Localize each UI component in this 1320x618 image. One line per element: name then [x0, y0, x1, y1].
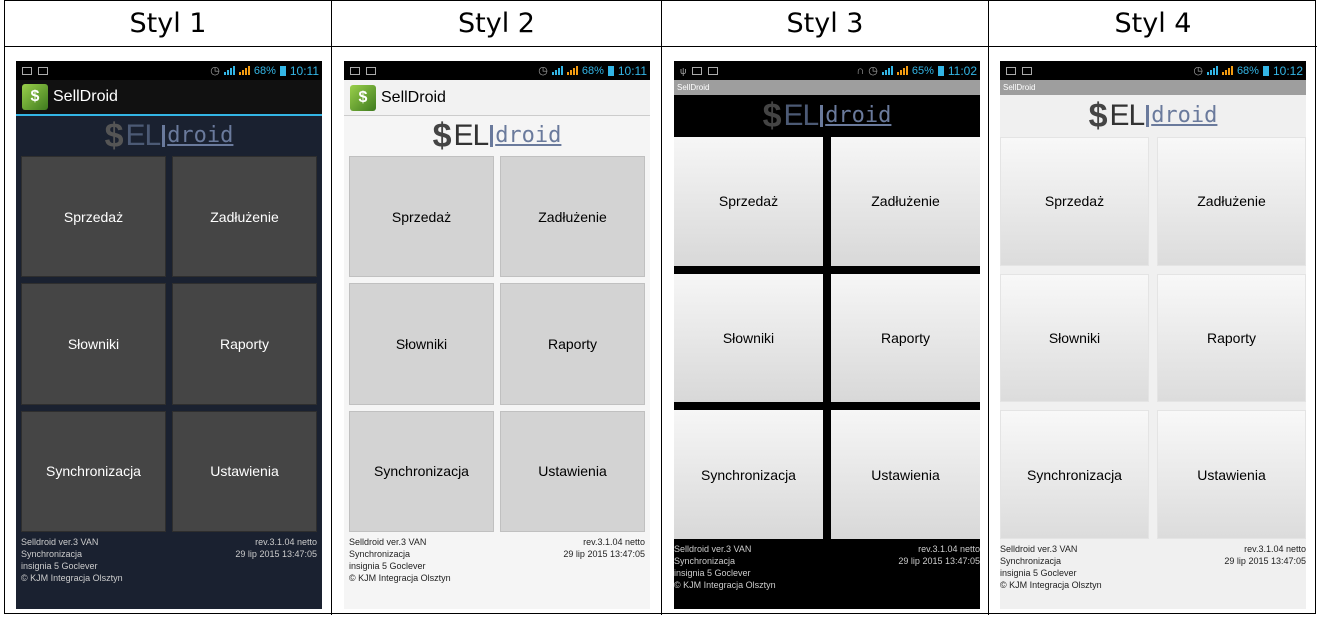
tile-reports[interactable]: Raporty: [172, 283, 317, 405]
footer-info: Selldroid ver.3 VAN rev.3.1.04 netto Sync…: [674, 544, 980, 590]
app-logo-icon: $: [22, 84, 48, 110]
menu-tiles: Sprzedaż Zadłużenie Słowniki Raporty Syn…: [1000, 137, 1306, 539]
tile-sales[interactable]: Sprzedaż: [1000, 137, 1149, 266]
message-icon: [350, 66, 360, 75]
signal-icon: [1206, 66, 1218, 75]
selldroid-logo: $ EL droid: [762, 97, 892, 135]
title-bar: SellDroid: [1000, 80, 1306, 95]
tile-reports[interactable]: Raporty: [1157, 273, 1306, 403]
tile-sales[interactable]: Sprzedaż: [674, 137, 823, 266]
status-bar: ◷ 68% 10:11: [16, 61, 322, 80]
status-bar: ψ ∩ ◷ 65% 11:02: [674, 61, 980, 80]
tile-dictionaries[interactable]: Słowniki: [674, 273, 823, 403]
action-bar: $ SellDroid: [344, 80, 650, 116]
alarm-icon: ◷: [538, 65, 548, 77]
message-icon: [708, 66, 719, 75]
dollar-logo-icon: $: [432, 117, 452, 155]
image-icon: [366, 66, 376, 75]
dollar-logo-icon: $: [104, 117, 124, 155]
battery-level: 65%: [911, 64, 934, 77]
signal-2-icon: [238, 66, 250, 75]
battery-level: 68%: [581, 64, 604, 77]
style-1-cell: ◷ 68% 10:11 $ SellDroid $ EL droid Sprze…: [5, 47, 332, 615]
tile-sales[interactable]: Sprzedaż: [349, 156, 494, 278]
tile-sync[interactable]: Synchronizacja: [674, 410, 823, 539]
signal-icon: [551, 66, 563, 75]
signal-2-icon: [566, 66, 578, 75]
tile-sync[interactable]: Synchronizacja: [349, 410, 494, 532]
battery-icon: [607, 65, 614, 76]
style-1-header: Styl 1: [5, 1, 332, 47]
battery-icon: [1262, 65, 1269, 76]
style-3-cell: ψ ∩ ◷ 65% 11:02 SellDroid $ EL droid Spr…: [662, 47, 989, 615]
tile-sync[interactable]: Synchronizacja: [21, 410, 166, 532]
clock: 10:12: [1272, 63, 1303, 78]
app-title: SellDroid: [381, 88, 446, 106]
tile-debt[interactable]: Zadłużenie: [1157, 137, 1306, 266]
message-icon: [1006, 66, 1016, 75]
tile-dictionaries[interactable]: Słowniki: [1000, 273, 1149, 403]
signal-2-icon: [896, 66, 908, 75]
comparison-table: Styl 1 Styl 2 Styl 3 Styl 4 ◷ 68% 10:11 …: [4, 0, 1317, 615]
image-icon: [38, 66, 48, 75]
menu-tiles: Sprzedaż Zadłużenie Słowniki Raporty Syn…: [349, 156, 645, 532]
alarm-icon: ◷: [210, 65, 220, 77]
clock: 10:11: [617, 63, 647, 78]
tile-sales[interactable]: Sprzedaż: [21, 156, 166, 278]
selldroid-logo: $ EL droid: [432, 117, 562, 155]
tile-settings[interactable]: Ustawienia: [1157, 410, 1306, 539]
battery-icon: [937, 65, 944, 76]
tile-sync[interactable]: Synchronizacja: [1000, 410, 1149, 539]
footer-info: Selldroid ver.3 VAN rev.3.1.04 netto Sync…: [349, 537, 645, 583]
tile-settings[interactable]: Ustawienia: [172, 410, 317, 532]
clock: 11:02: [947, 63, 977, 78]
signal-icon: [223, 66, 235, 75]
headset-icon: ∩: [856, 64, 865, 77]
tile-settings[interactable]: Ustawienia: [500, 410, 645, 532]
signal-2-icon: [1221, 66, 1233, 75]
tile-reports[interactable]: Raporty: [831, 273, 980, 403]
app-logo-icon: $: [350, 84, 376, 111]
style-2-cell: ◷ 68% 10:11 $ SellDroid $ EL droid Sprze…: [332, 47, 662, 615]
title-bar: SellDroid: [674, 80, 980, 95]
status-bar: ◷ 68% 10:12: [1000, 61, 1306, 80]
phone-screen: ψ ∩ ◷ 65% 11:02 SellDroid $ EL droid Spr…: [674, 61, 980, 609]
clock: 10:11: [289, 63, 319, 78]
battery-level: 68%: [253, 64, 276, 77]
selldroid-logo: $ EL droid: [104, 117, 234, 155]
footer-info: Selldroid ver.3 VAN rev.3.1.04 netto Sync…: [1000, 544, 1306, 590]
app-title: SellDroid: [53, 88, 118, 105]
tile-reports[interactable]: Raporty: [500, 283, 645, 405]
signal-icon: [881, 66, 893, 75]
menu-tiles: Sprzedaż Zadłużenie Słowniki Raporty Syn…: [674, 137, 980, 539]
selldroid-logo: $ EL droid: [1088, 97, 1218, 135]
action-bar: $ SellDroid: [16, 80, 322, 116]
tile-debt[interactable]: Zadłużenie: [831, 137, 980, 266]
style-4-header: Styl 4: [989, 1, 1317, 47]
battery-level: 68%: [1236, 64, 1259, 77]
phone-screen: ◷ 68% 10:11 $ SellDroid $ EL droid Sprze…: [344, 61, 650, 609]
tile-settings[interactable]: Ustawienia: [831, 410, 980, 539]
footer-info: Selldroid ver.3 VAN rev.3.1.04 netto Sync…: [21, 537, 317, 583]
phone-screen: ◷ 68% 10:11 $ SellDroid $ EL droid Sprze…: [16, 61, 322, 609]
dollar-logo-icon: $: [1088, 97, 1108, 135]
style-3-header: Styl 3: [662, 1, 989, 47]
tile-dictionaries[interactable]: Słowniki: [349, 283, 494, 405]
status-bar: ◷ 68% 10:11: [344, 61, 650, 80]
battery-icon: [279, 65, 286, 76]
tile-debt[interactable]: Zadłużenie: [172, 156, 317, 278]
alarm-icon: ◷: [868, 65, 878, 77]
image-icon: [1022, 66, 1032, 75]
menu-tiles: Sprzedaż Zadłużenie Słowniki Raporty Syn…: [21, 156, 317, 532]
tile-debt[interactable]: Zadłużenie: [500, 156, 645, 278]
style-4-cell: ◷ 68% 10:12 SellDroid $ EL droid Sprzeda…: [989, 47, 1317, 615]
style-2-header: Styl 2: [332, 1, 662, 47]
alarm-icon: ◷: [1193, 65, 1203, 77]
tile-dictionaries[interactable]: Słowniki: [21, 283, 166, 405]
image-icon: [692, 66, 703, 75]
phone-screen: ◷ 68% 10:12 SellDroid $ EL droid Sprzeda…: [1000, 61, 1306, 609]
dollar-logo-icon: $: [762, 97, 782, 135]
message-icon: [22, 66, 32, 75]
usb-icon: ψ: [680, 65, 687, 76]
